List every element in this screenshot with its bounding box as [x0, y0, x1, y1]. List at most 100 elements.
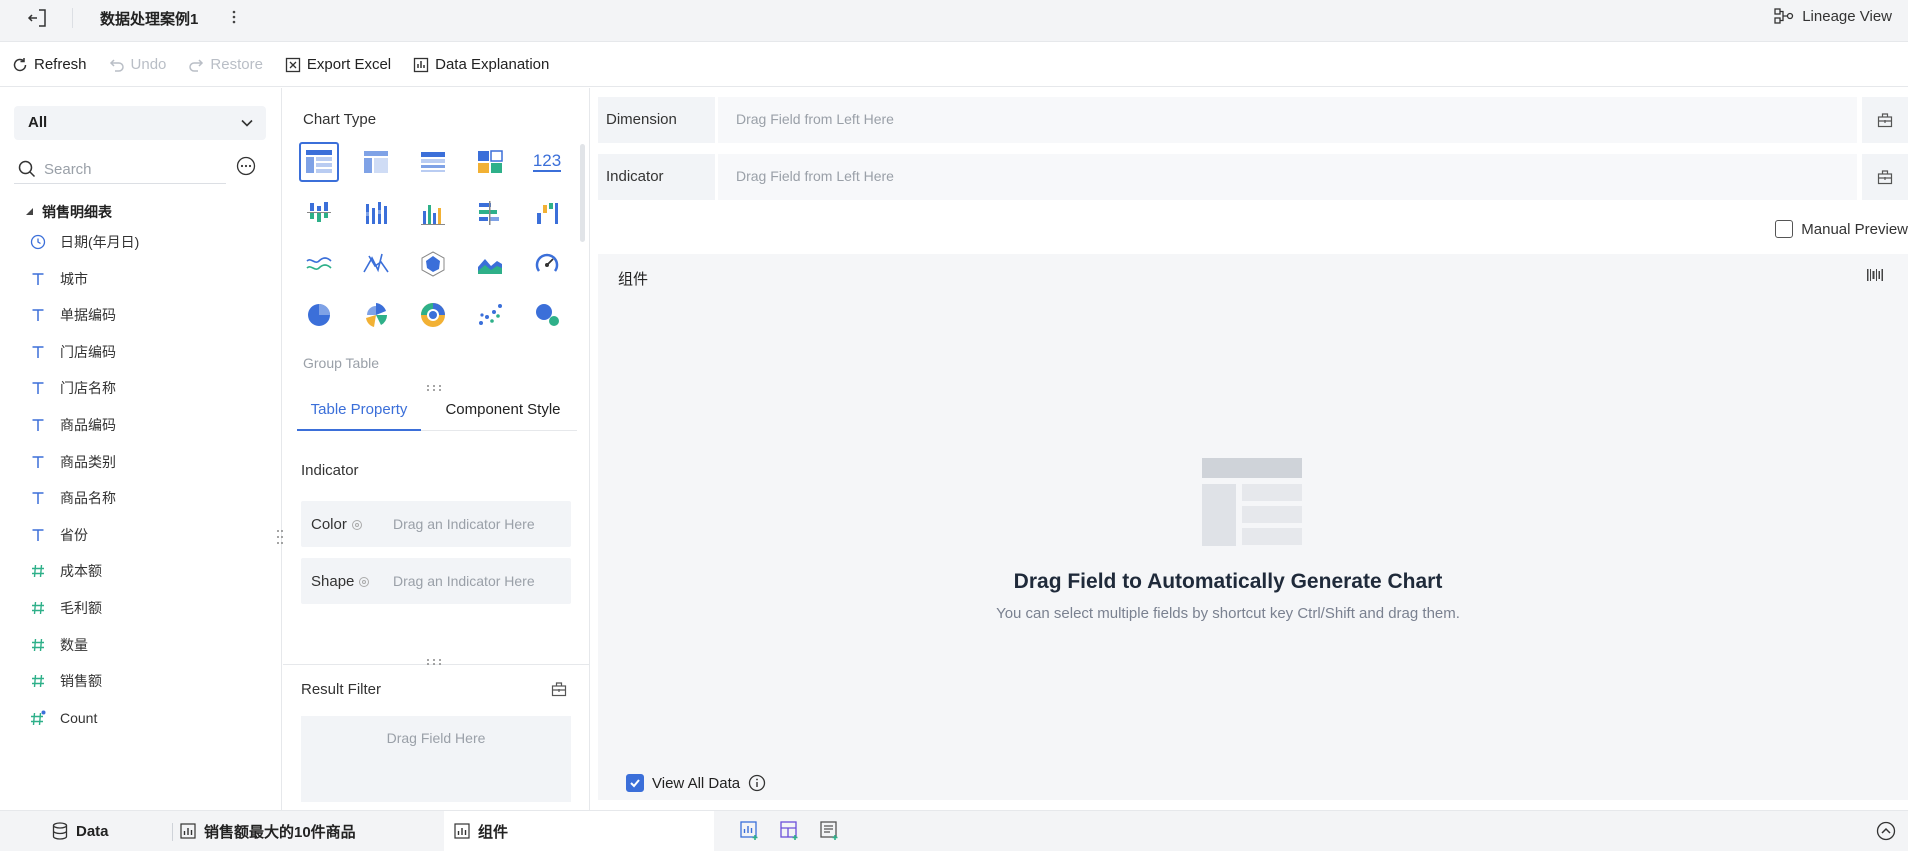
color-drop-zone[interactable]: Color Drag an Indicator Here	[301, 501, 571, 547]
polyline-chart-icon[interactable]	[356, 244, 396, 284]
search-input[interactable]	[44, 158, 219, 180]
field-label: 成本额	[60, 563, 102, 580]
field-item[interactable]: 日期(年月日)	[30, 230, 139, 254]
chart-tab-icon	[180, 823, 196, 839]
treemap-chart-icon[interactable]	[470, 142, 510, 182]
add-report-icon[interactable]	[820, 821, 840, 841]
tab-component-label: 组件	[478, 823, 509, 841]
restore-button[interactable]: Restore	[188, 56, 263, 73]
horizontal-bar-chart-icon[interactable]	[470, 193, 510, 233]
field-item[interactable]: 单据编码	[30, 303, 116, 327]
exit-icon[interactable]	[26, 6, 50, 30]
export-excel-button[interactable]: Export Excel	[285, 56, 391, 73]
more-vertical-icon[interactable]	[225, 8, 243, 26]
text-type-icon	[30, 417, 46, 433]
table-name: 销售明细表	[42, 204, 112, 220]
undo-button[interactable]: Undo	[109, 56, 166, 73]
undo-icon	[109, 57, 125, 73]
dimension-settings-icon[interactable]	[1862, 97, 1908, 143]
resize-handle-icon[interactable]	[425, 658, 443, 666]
tab-table-property[interactable]: Table Property	[297, 393, 421, 431]
barcode-icon[interactable]	[1866, 266, 1884, 284]
chart-type-label: Chart Type	[303, 111, 377, 128]
tab-component[interactable]: 组件	[444, 811, 714, 851]
tab-top10-products[interactable]: 销售额最大的10件商品	[180, 811, 356, 851]
collapse-up-icon[interactable]	[1876, 821, 1896, 841]
field-item[interactable]: 商品名称	[30, 486, 116, 510]
field-item[interactable]: 城市	[30, 267, 88, 291]
field-item[interactable]: 销售额	[30, 669, 102, 693]
rose-chart-icon[interactable]	[356, 295, 396, 335]
gauge-chart-icon[interactable]	[527, 244, 567, 284]
text-type-icon	[30, 490, 46, 506]
group-table-chart-icon[interactable]	[299, 142, 339, 182]
field-item[interactable]: 门店编码	[30, 340, 116, 364]
filter-settings-icon[interactable]	[551, 681, 567, 697]
dimension-drop-zone[interactable]: Drag Field from Left Here	[718, 97, 1857, 143]
view-all-data-toggle[interactable]: View All Data	[626, 774, 766, 792]
shape-drop-zone[interactable]: Shape Drag an Indicator Here	[301, 558, 571, 604]
component-title[interactable]: 组件	[618, 268, 648, 289]
field-label: Count	[60, 709, 98, 726]
column-grouped-chart-icon[interactable]	[356, 193, 396, 233]
page-title: 数据处理案例1	[100, 11, 199, 28]
result-filter-drop-zone[interactable]: Drag Field Here	[301, 716, 571, 802]
field-item[interactable]: 毛利额	[30, 596, 102, 620]
bar-chart-icon[interactable]	[413, 193, 453, 233]
lineage-view-button[interactable]: Lineage View	[1774, 7, 1892, 25]
field-item[interactable]: 数量	[30, 633, 88, 657]
field-item[interactable]: Count	[30, 706, 97, 730]
field-item[interactable]: 门店名称	[30, 376, 116, 400]
indicator-row: Indicator Drag Field from Left Here	[598, 154, 1908, 200]
field-scope-select[interactable]: All	[14, 106, 266, 140]
field-item[interactable]: 省份	[30, 523, 88, 547]
manual-preview-toggle[interactable]: Manual Preview	[1775, 220, 1908, 238]
selected-chart-name: Group Table	[303, 355, 380, 371]
tab-data[interactable]: Data	[52, 811, 109, 851]
bubble-chart-icon[interactable]	[527, 295, 567, 335]
settings-icon[interactable]	[358, 576, 370, 588]
area-chart-icon[interactable]	[470, 244, 510, 284]
empty-table-illustration	[1202, 458, 1302, 548]
add-component-icon[interactable]	[740, 821, 760, 841]
refresh-button[interactable]: Refresh	[12, 56, 87, 73]
field-item[interactable]: 成本额	[30, 559, 102, 583]
resize-handle-icon[interactable]	[425, 384, 443, 392]
info-icon[interactable]	[748, 774, 766, 792]
text-type-icon	[30, 380, 46, 396]
radar-chart-icon[interactable]	[413, 244, 453, 284]
search-icon	[18, 160, 36, 178]
view-all-data-checkbox[interactable]	[626, 774, 644, 792]
indicator-drop-zone[interactable]: Drag Field from Left Here	[718, 154, 1857, 200]
explain-label: Data Explanation	[435, 56, 550, 73]
field-search	[14, 154, 226, 184]
table-node[interactable]: 销售明细表	[26, 202, 112, 222]
sunburst-chart-icon[interactable]	[413, 295, 453, 335]
data-explanation-button[interactable]: Data Explanation	[413, 56, 549, 73]
detail-table-chart-icon[interactable]	[413, 142, 453, 182]
kpi-number-chart-icon[interactable]: 123	[527, 142, 567, 182]
restore-label: Restore	[210, 56, 263, 73]
manual-preview-checkbox[interactable]	[1775, 220, 1794, 238]
chart-type-scrollbar[interactable]	[580, 144, 585, 242]
pie-chart-icon[interactable]	[299, 295, 339, 335]
select-value: All	[28, 114, 48, 131]
tab-component-style[interactable]: Component Style	[429, 393, 577, 431]
number-chart-glyph: 123	[532, 151, 562, 172]
indicator-settings-icon[interactable]	[1862, 154, 1908, 200]
text-type-icon	[30, 271, 46, 287]
scatter-chart-icon[interactable]	[470, 295, 510, 335]
cross-table-chart-icon[interactable]	[356, 142, 396, 182]
more-options-icon[interactable]	[236, 156, 256, 176]
settings-icon[interactable]	[351, 519, 363, 531]
field-label: 商品类别	[60, 453, 116, 470]
add-dashboard-icon[interactable]	[780, 821, 800, 841]
field-label: 门店名称	[60, 380, 116, 397]
stacked-bar-chart-icon[interactable]	[299, 193, 339, 233]
field-item[interactable]: 商品类别	[30, 450, 116, 474]
line-chart-icon[interactable]	[299, 244, 339, 284]
waterfall-chart-icon[interactable]	[527, 193, 567, 233]
database-icon	[52, 822, 68, 840]
field-item[interactable]: 商品编码	[30, 413, 116, 437]
manual-preview-label: Manual Preview	[1801, 220, 1908, 238]
